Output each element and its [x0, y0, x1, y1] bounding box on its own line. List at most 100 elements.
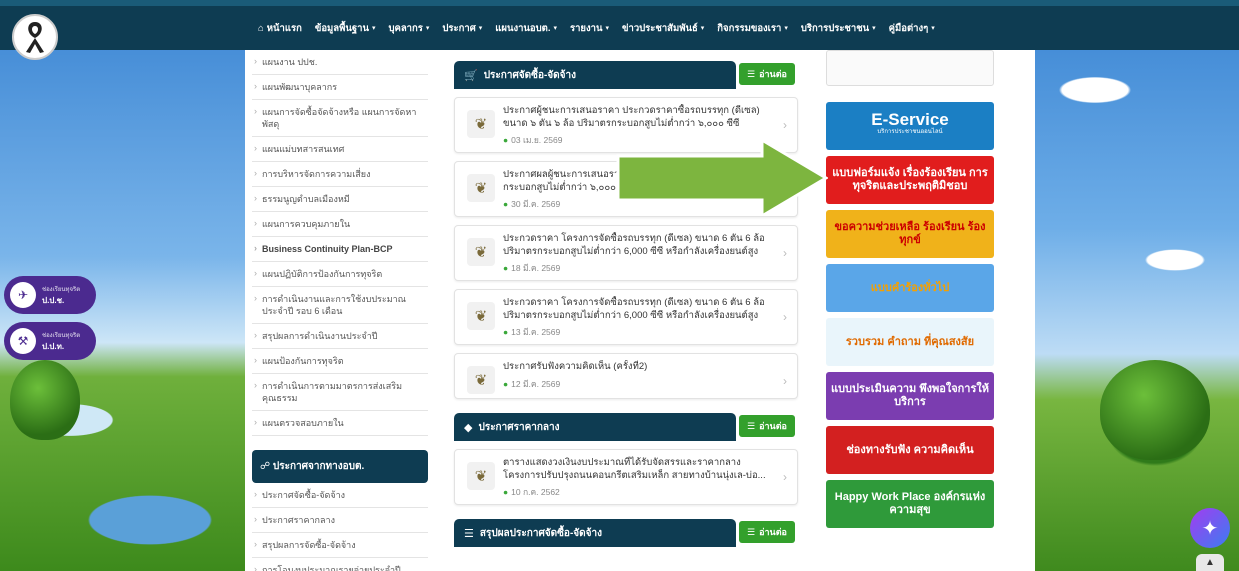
menu-icon: ☰ — [747, 420, 756, 431]
sidebar-section-header: ☍ ประกาศจากทางอบต. — [252, 450, 428, 483]
sidebar-item[interactable]: แผนปฏิบัติการป้องกันการทุจริต — [252, 262, 428, 287]
sidebar-item[interactable]: แผนแม่บทสารสนเทศ — [252, 137, 428, 162]
green-arrow-annotation — [612, 137, 829, 219]
chevron-down-icon: ▾ — [605, 25, 609, 32]
clock-icon: ● — [503, 379, 509, 389]
complaint-form-banner[interactable]: แบบฟอร์มแจ้ง เรื่องร้องเรียน การทุจริตแล… — [826, 156, 994, 204]
gavel-icon: ⚒ — [10, 328, 36, 354]
nav-announcement[interactable]: ประกาศ ▾ — [442, 21, 482, 36]
chevron-right-icon: › — [783, 118, 787, 132]
chevron-down-icon: ▾ — [371, 25, 376, 32]
news-card-title[interactable]: ตารางแสดงวงเงินงบประมาณที่ได้รับจัดสรรแล… — [503, 456, 767, 482]
e-service-banner[interactable]: E-Service บริการประชาชนออนไลน์ — [826, 102, 994, 150]
sidebar-section-item[interactable]: ประกาศจัดซื้อ-จัดจ้าง — [252, 483, 428, 508]
chevron-down-icon: ▾ — [700, 25, 705, 32]
news-card-title[interactable]: ประกวดราคา โครงการจัดซื้อรถบรรทุก (ดีเซล… — [503, 296, 767, 322]
megaphone-icon: ✈ — [10, 282, 36, 308]
sidebar-item[interactable]: สรุปผลการดำเนินงานประจำปี — [252, 324, 428, 349]
sidebar-section-item[interactable]: ประกาศราคากลาง — [252, 508, 428, 533]
home-icon: ⌂ — [258, 22, 264, 34]
emblem-icon: ❦ — [467, 462, 495, 490]
general-form-banner[interactable]: แบบคำร้องทั่วไป — [826, 264, 994, 312]
help-request-banner[interactable]: ขอความช่วยเหลือ ร้องเรียน ร้องทุกข์ — [826, 210, 994, 258]
tree-decoration — [1100, 360, 1210, 460]
ribbon-icon — [26, 22, 44, 53]
happy-workplace-banner[interactable]: Happy Work Place องค์กรแห่งความสุข — [826, 480, 994, 528]
tree-decoration — [10, 360, 80, 440]
read-more-button[interactable]: ☰ อ่านต่อ — [739, 63, 795, 85]
news-card-title[interactable]: ประกาศผู้ชนะการเสนอราคา ประกวดราคาซื้อรถ… — [503, 104, 767, 130]
sidebar-item[interactable]: แผนตรวจสอบภายใน — [252, 411, 428, 436]
sidebar-item[interactable]: การดำเนินงานและการใช้งบประมาณ ประจำปี รอ… — [252, 287, 428, 324]
nav-personnel[interactable]: บุคลากร ▾ — [388, 21, 429, 36]
chevron-down-icon: ▾ — [553, 25, 557, 32]
section-header-procurement: 🛒 ประกาศจัดซื้อ-จัดจ้าง ☰ อ่านต่อ — [454, 61, 795, 89]
sidebar-section-item[interactable]: การโอนงบประมาณรายจ่ายประจำปี — [252, 558, 428, 571]
nav-reports[interactable]: รายงาน ▾ — [570, 21, 609, 36]
nav-basic-info[interactable]: ข้อมูลพื้นฐาน ▾ — [315, 21, 376, 36]
sidebar-item[interactable]: การดำเนินการตามมาตรการส่งเสริม คุณธรรม — [252, 374, 428, 411]
sidebar-item[interactable]: แผนการจัดซื้อจัดจ้างหรือ แผนการจัดหาพัสด… — [252, 100, 428, 137]
sidebar-item[interactable]: แผนการควบคุมภายใน — [252, 212, 428, 237]
messenger-icon: ✦ — [1201, 517, 1219, 540]
chevron-right-icon: › — [783, 310, 787, 324]
sidebar-section-item[interactable]: สรุปผลการจัดซื้อ-จัดจ้าง — [252, 533, 428, 558]
arrow-up-icon: ▲ — [1205, 557, 1215, 568]
news-card-date: 18 มี.ค. 2569 — [511, 263, 561, 273]
sidebar-item[interactable]: แผนพัฒนาบุคลากร — [252, 75, 428, 100]
news-card-date: 03 เม.ย. 2569 — [511, 135, 563, 145]
news-card-title[interactable]: ประกาศรับฟังความคิดเห็น (ครั้งที่2) — [503, 360, 767, 374]
menu-icon: ☰ — [747, 68, 756, 79]
messenger-chat-button[interactable]: ✦ — [1190, 508, 1230, 548]
section-header-median-price: ◆ ประกาศราคากลาง ☰ อ่านต่อ — [454, 413, 795, 441]
clock-icon: ● — [503, 263, 509, 273]
news-card-date: 12 มี.ค. 2569 — [511, 379, 561, 389]
nav-services[interactable]: บริการประชาชน ▾ — [801, 21, 876, 36]
nav-manuals[interactable]: คู่มือต่างๆ ▾ — [889, 21, 935, 36]
pacc-complaint-button[interactable]: ⚒ ช่องเรียนทุจริต ป.ป.ท. — [4, 322, 96, 360]
news-card[interactable]: ❦ ตารางแสดงวงเงินงบประมาณที่ได้รับจัดสรร… — [454, 449, 798, 505]
faq-banner[interactable]: รวบรวม คำถาม ที่คุณสงสัย — [826, 318, 994, 366]
clock-icon: ● — [503, 487, 509, 497]
news-card[interactable]: ❦ ประกวดราคา โครงการจัดซื้อรถบรรทุก (ดีเ… — [454, 289, 798, 345]
sidebar-item[interactable]: การบริหารจัดการความเสี่ยง — [252, 162, 428, 187]
news-card[interactable]: ❦ ประกวดราคา โครงการจัดซื้อรถบรรทุก (ดีเ… — [454, 225, 798, 281]
sidebar-item[interactable]: แผนงาน ปปช. — [252, 50, 428, 75]
chevron-down-icon: ▾ — [872, 25, 876, 32]
clock-icon: ● — [503, 327, 509, 337]
chevron-down-icon: ▾ — [784, 25, 788, 32]
document-icon: ☰ — [464, 527, 474, 540]
nav-home[interactable]: ⌂ หน้าแรก — [258, 21, 302, 36]
menu-icon: ☰ — [747, 526, 756, 537]
banner-column: E-Service บริการประชาชนออนไลน์ แบบฟอร์มแ… — [826, 50, 994, 534]
emblem-icon: ❦ — [467, 366, 495, 394]
satisfaction-survey-banner[interactable]: แบบประเมินความ พึงพอใจการให้บริการ — [826, 372, 994, 420]
nav-activities[interactable]: กิจกรรมของเรา ▾ — [717, 21, 788, 36]
news-card[interactable]: ❦ ประกาศรับฟังความคิดเห็น (ครั้งที่2) ● 1… — [454, 353, 798, 399]
image-slider[interactable] — [826, 50, 994, 86]
sidebar-item[interactable]: ธรรมนูญตำบลเมืองหมี — [252, 187, 428, 212]
chevron-down-icon: ▾ — [425, 25, 430, 32]
news-card-date: 30 มี.ค. 2569 — [511, 199, 561, 209]
sidebar-item[interactable]: แผนป้องกันการทุจริต — [252, 349, 428, 374]
chevron-down-icon: ▾ — [478, 25, 483, 32]
news-card-date: 13 มี.ค. 2569 — [511, 327, 561, 337]
announcement-column: 🛒 ประกาศจัดซื้อ-จัดจ้าง ☰ อ่านต่อ ❦ ประกา… — [454, 50, 798, 547]
feedback-banner[interactable]: ช่องทางรับฟัง ความคิดเห็น — [826, 426, 994, 474]
read-more-button[interactable]: ☰ อ่านต่อ — [739, 521, 795, 543]
nav-plans[interactable]: แผนงานอบต. ▾ — [495, 21, 557, 36]
emblem-icon: ❦ — [467, 174, 495, 202]
chevron-down-icon: ▾ — [931, 25, 935, 32]
sidebar-item-bcp[interactable]: Business Continuity Plan-BCP — [252, 237, 428, 262]
share-icon: ☍ — [260, 461, 271, 472]
nav-news[interactable]: ข่าวประชาสัมพันธ์ ▾ — [622, 21, 704, 36]
emblem-icon: ❦ — [467, 302, 495, 330]
nacc-complaint-button[interactable]: ✈ ช่องเรียนทุจริต ป.ป.ช. — [4, 276, 96, 314]
cart-icon: 🛒 — [464, 69, 478, 82]
chevron-right-icon: › — [783, 470, 787, 484]
news-card-date: 10 ก.ค. 2562 — [511, 487, 560, 497]
news-card-title[interactable]: ประกวดราคา โครงการจัดซื้อรถบรรทุก (ดีเซล… — [503, 232, 767, 258]
emblem-icon: ❦ — [467, 110, 495, 138]
scroll-to-top-button[interactable]: ▲ — [1196, 554, 1224, 571]
read-more-button[interactable]: ☰ อ่านต่อ — [739, 415, 795, 437]
